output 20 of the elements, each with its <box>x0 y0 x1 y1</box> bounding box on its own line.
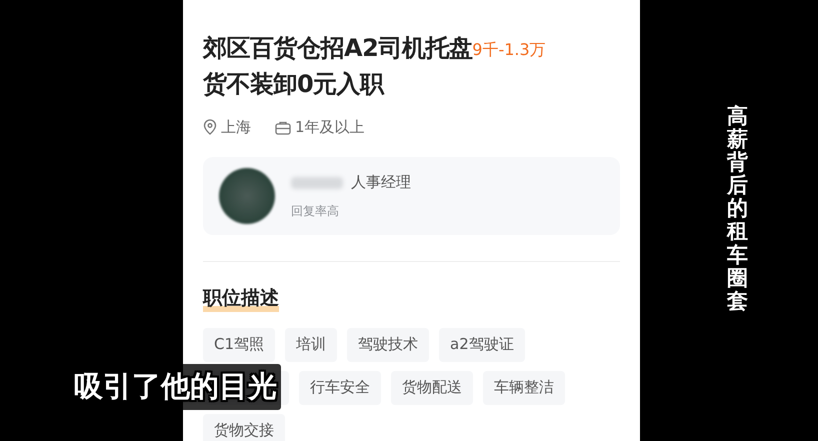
skill-tag: 车辆整洁 <box>483 370 565 404</box>
skill-tag: C1驾照 <box>203 328 276 362</box>
location-text: 上海 <box>221 117 251 138</box>
job-title: 货不装卸0元入职 <box>203 69 386 100</box>
skill-tag: 货物交接 <box>203 414 285 441</box>
skill-tag: 行车安全 <box>299 370 381 404</box>
skill-tag: 货物配送 <box>391 370 473 404</box>
job-title: 郊区百货仓招A2司机托盘 <box>203 33 472 64</box>
side-caption: 高薪背后的租车圈套 <box>727 105 748 313</box>
salary: 9千-1.3万 <box>472 40 546 59</box>
skill-tag: 培训 <box>285 328 338 362</box>
blurred-name <box>291 176 343 188</box>
avatar <box>219 168 275 224</box>
experience-text: 1年及以上 <box>295 117 365 138</box>
reply-rate-text: 回复率高 <box>291 202 340 220</box>
skill-tag: a2驾驶证 <box>439 328 525 362</box>
location-pin-icon <box>203 119 217 136</box>
recruiter-role: 人事经理 <box>351 172 411 194</box>
skill-tag: 驾驶技术 <box>347 328 430 362</box>
briefcase-icon <box>275 120 291 135</box>
